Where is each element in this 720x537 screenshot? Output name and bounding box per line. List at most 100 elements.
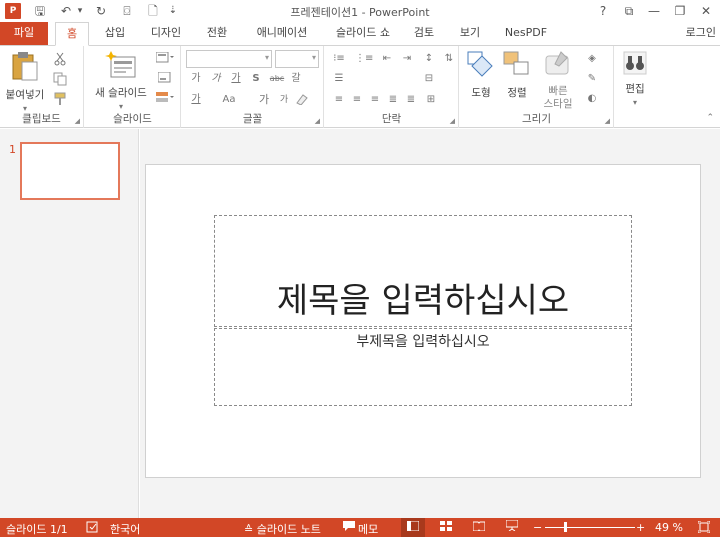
tab-nespdf[interactable]: NesPDF [498, 22, 554, 46]
font-size-combo[interactable]: ▾ [275, 50, 319, 68]
ribbon-tabs: 파일 홈 삽입 디자인 전환 애니메이션 슬라이드 쇼 검토 보기 NesPDF… [0, 22, 720, 46]
spelling-check-icon[interactable] [86, 521, 100, 536]
font-size-dropdown-icon[interactable]: ▾ [312, 53, 316, 62]
font-family-combo[interactable]: ▾ [186, 50, 272, 68]
tab-transitions[interactable]: 전환 [199, 22, 235, 46]
bold-icon[interactable]: 가 [188, 72, 204, 86]
font-color-icon[interactable]: 가 [188, 93, 204, 107]
help-icon[interactable]: ? [593, 2, 613, 20]
align-text-icon[interactable]: ⊟ [421, 72, 437, 86]
editing-label: 편집 [625, 83, 645, 95]
cut-icon[interactable] [52, 52, 68, 66]
slide-number: 1 [9, 143, 16, 156]
font-family-dropdown-icon[interactable]: ▾ [265, 53, 269, 62]
align-center-icon[interactable]: ≡ [349, 93, 365, 107]
reset-slide-icon[interactable] [155, 71, 175, 86]
tab-insert[interactable]: 삽입 [97, 22, 133, 46]
distribute-icon[interactable]: ≣ [403, 93, 419, 107]
paragraph-group: ⁝≡ ⋮≡ ⇤ ⇥ ↕ ⇅ ☰ ⊟ ≡ ≡ ≡ ≣ ≣ ⊞ 단락 ◢ [325, 46, 459, 128]
shadow-icon[interactable]: S [248, 72, 264, 86]
shape-outline-icon[interactable]: ✎ [584, 72, 600, 86]
columns-icon[interactable]: ☰ [331, 72, 347, 86]
arrange-button[interactable]: 정렬 [500, 50, 534, 100]
section-icon[interactable] [155, 92, 175, 106]
clipboard-group-label: 클립보드 [22, 113, 61, 125]
clipboard-launcher-icon[interactable]: ◢ [75, 117, 80, 125]
slide-sorter-view-icon[interactable] [434, 518, 458, 537]
tab-file[interactable]: 파일 [0, 22, 48, 46]
comments-icon[interactable] [343, 521, 355, 534]
paragraph-group-label: 단락 [381, 113, 402, 125]
minimize-icon[interactable]: — [644, 2, 664, 20]
close-icon[interactable]: ✕ [696, 2, 716, 20]
editing-dropdown-icon[interactable]: ▾ [633, 98, 637, 107]
increase-indent-icon[interactable]: ⇥ [399, 52, 415, 66]
increase-font-size-icon[interactable]: 가 [256, 93, 272, 107]
shapes-button[interactable]: 도형 [464, 50, 498, 100]
smartart-icon[interactable]: ⊞ [423, 93, 439, 107]
align-left-icon[interactable]: ≡ [331, 93, 347, 107]
notes-button[interactable]: ≙ 슬라이드 노트 [244, 521, 321, 537]
new-slide-icon [105, 51, 136, 78]
italic-icon[interactable]: 가 [208, 72, 224, 86]
character-spacing-icon[interactable]: 갈 [288, 72, 304, 86]
format-painter-icon[interactable] [52, 92, 68, 106]
title-placeholder[interactable]: 제목을 입력하십시오 [214, 215, 632, 327]
decrease-font-size-icon[interactable]: 가 [276, 93, 292, 107]
line-spacing-icon[interactable]: ↕ [421, 52, 437, 66]
shapes-icon [467, 51, 493, 77]
zoom-level[interactable]: 49 % [655, 521, 683, 534]
fit-to-window-icon[interactable] [697, 520, 711, 536]
tab-slide-show[interactable]: 슬라이드 쇼 [328, 22, 398, 46]
comments-button[interactable]: 메모 [358, 521, 378, 537]
copy-icon[interactable] [52, 72, 68, 86]
reading-view-icon[interactable] [467, 518, 491, 537]
tab-design[interactable]: 디자인 [144, 22, 188, 46]
tab-review[interactable]: 검토 [406, 22, 442, 46]
shape-effects-icon[interactable]: ◐ [584, 92, 600, 106]
underline-icon[interactable]: 가 [228, 72, 244, 86]
clipboard-group: 붙여넣기 ▾ 클립보드 ◢ [0, 46, 84, 128]
collapse-ribbon-icon[interactable]: ⌃ [706, 113, 714, 123]
quick-styles-button[interactable]: 빠른 스타일 [536, 50, 580, 111]
change-case-icon[interactable]: Aa [218, 93, 240, 107]
editing-button[interactable]: 편집 ▾ [619, 50, 651, 108]
shapes-label: 도형 [471, 87, 491, 99]
ribbon-display-options-icon[interactable]: ⧉ [619, 2, 639, 20]
tab-home[interactable]: 홈 [55, 22, 89, 46]
binoculars-icon [623, 51, 647, 75]
new-slide-dropdown-icon[interactable]: ▾ [119, 102, 123, 111]
layout-icon[interactable] [155, 51, 175, 66]
clear-formatting-icon[interactable] [294, 93, 310, 107]
paragraph-launcher-icon[interactable]: ◢ [450, 117, 455, 125]
restore-icon[interactable]: ❐ [670, 2, 690, 20]
quick-styles-label-2: 스타일 [543, 98, 573, 110]
decrease-indent-icon[interactable]: ⇤ [379, 52, 395, 66]
tab-animations[interactable]: 애니메이션 [246, 22, 318, 46]
align-right-icon[interactable]: ≡ [367, 93, 383, 107]
normal-view-icon[interactable] [401, 518, 425, 537]
new-slide-button[interactable]: 새 슬라이드 ▾ [89, 50, 153, 112]
drawing-launcher-icon[interactable]: ◢ [605, 117, 610, 125]
tab-view[interactable]: 보기 [452, 22, 488, 46]
slide-thumbnail[interactable] [20, 142, 120, 200]
zoom-slider[interactable] [545, 527, 635, 528]
numbering-icon[interactable]: ⋮≡ [355, 52, 373, 66]
slideshow-view-icon[interactable] [500, 518, 524, 537]
justify-icon[interactable]: ≣ [385, 93, 401, 107]
shape-fill-icon[interactable]: ◈ [584, 52, 600, 66]
sign-in-link[interactable]: 로그인 [686, 24, 716, 40]
font-launcher-icon[interactable]: ◢ [315, 117, 320, 125]
language-indicator[interactable]: 한국어 [110, 521, 140, 537]
text-direction-icon[interactable]: ⇅ [441, 52, 457, 66]
strikethrough-icon[interactable]: abc [266, 72, 288, 86]
clipboard-paste-icon [12, 52, 38, 81]
zoom-slider-thumb[interactable] [563, 522, 567, 532]
slide-canvas[interactable]: 제목을 입력하십시오 부제목을 입력하십시오 [145, 164, 701, 478]
zoom-out-button[interactable]: − [533, 521, 542, 534]
paste-button[interactable]: 붙여넣기 ▾ [4, 50, 46, 114]
subtitle-placeholder[interactable]: 부제목을 입력하십시오 [214, 328, 632, 406]
arrange-icon [503, 51, 529, 75]
zoom-in-button[interactable]: + [636, 521, 645, 534]
bullets-icon[interactable]: ⁝≡ [331, 52, 347, 66]
